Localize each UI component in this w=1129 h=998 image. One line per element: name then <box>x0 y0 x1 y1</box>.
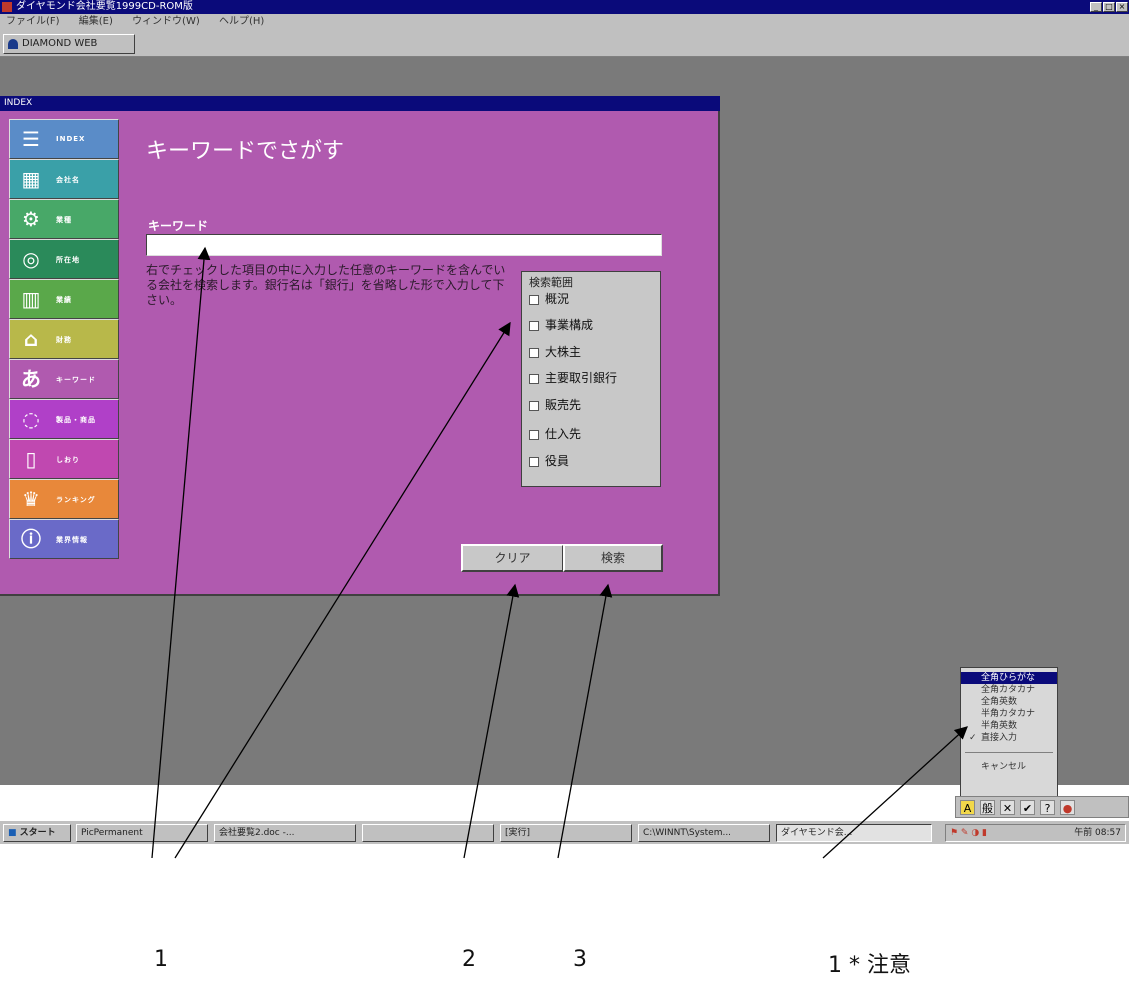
arrow-to-clear-button <box>463 583 520 859</box>
annotation-label-3: 3 <box>573 947 587 972</box>
annotation-label-2: 2 <box>462 947 476 972</box>
annotation-label-1: 1 <box>154 947 168 972</box>
arrow-to-search-button <box>557 583 613 859</box>
arrow-to-ime-icon <box>822 726 968 859</box>
arrow-to-checkboxes <box>174 321 511 859</box>
arrow-to-keyword-input <box>151 246 211 859</box>
annotation-arrows <box>151 246 968 859</box>
annotation-label-note: 1 * 注意 <box>828 953 911 978</box>
